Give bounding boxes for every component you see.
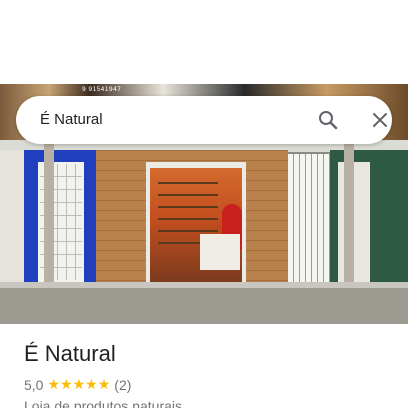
top-blank-area (0, 0, 408, 84)
review-count[interactable]: (2) (114, 377, 131, 393)
star-icon: ★ (72, 377, 86, 393)
search-icon[interactable] (316, 108, 340, 132)
rating-row[interactable]: 5,0 ★ ★ ★ ★ ★ (2) (24, 376, 131, 394)
star-icon: ★ (60, 377, 73, 393)
sign-phone-text: 9 91541947 (82, 86, 122, 93)
star-icon: ★ (97, 377, 111, 393)
shop-counter (200, 234, 240, 270)
search-input[interactable]: É Natural (40, 96, 103, 144)
sidewalk (0, 282, 408, 324)
place-title: É Natural (24, 341, 116, 366)
star-icon: ★ (47, 377, 61, 393)
right-gate (288, 154, 330, 290)
search-bar[interactable]: É Natural (16, 96, 392, 144)
place-category: Loja de produtos naturais (24, 398, 182, 408)
star-rating: ★ ★ ★ ★ ★ (47, 378, 110, 392)
curb (0, 282, 408, 288)
star-icon: ★ (85, 377, 98, 393)
right-panel (338, 162, 370, 282)
rating-value: 5,0 (24, 377, 44, 393)
close-icon[interactable] (368, 108, 392, 132)
